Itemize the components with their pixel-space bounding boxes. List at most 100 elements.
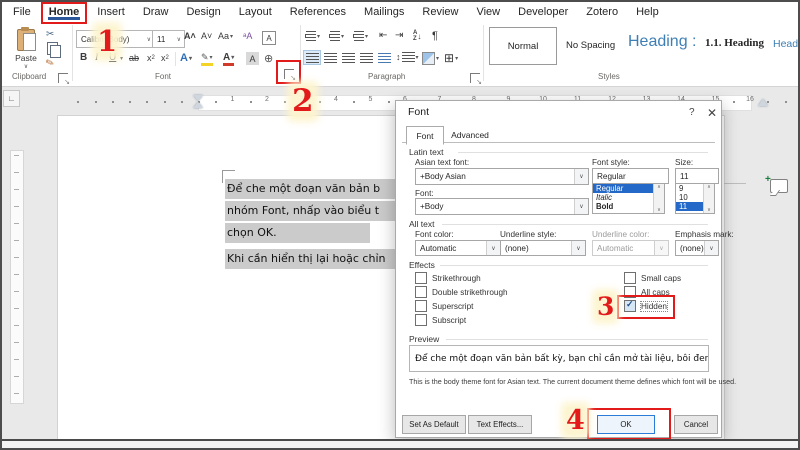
close-icon[interactable]: ✕ [707, 106, 717, 120]
menu-item-developer[interactable]: Developer [509, 2, 577, 21]
decrease-indent-button[interactable]: ⇤ [379, 30, 387, 41]
asian-font-combo[interactable]: +Body Asian∨ [415, 168, 589, 185]
doc-text-line[interactable]: Để che một đoạn văn bản b [225, 179, 407, 199]
bullets-button[interactable]: ▾ [306, 31, 320, 41]
scrollbar[interactable]: ∧∨ [703, 184, 714, 213]
checkbox[interactable] [415, 300, 427, 312]
list-item[interactable]: 10 [676, 193, 703, 202]
clipboard-dialog-launcher-icon[interactable] [58, 73, 68, 83]
annotation-number-4: 4 [566, 407, 585, 434]
change-case-button[interactable]: Aa▾ [218, 31, 233, 41]
menu-item-help[interactable]: Help [627, 2, 668, 21]
align-center-button[interactable] [322, 51, 338, 64]
style-heading-numbered[interactable]: 1.1. Heading [705, 37, 764, 49]
menu-item-review[interactable]: Review [413, 2, 467, 21]
multilevel-list-button[interactable]: ▾ [354, 31, 368, 41]
show-formatting-marks-button[interactable]: ¶ [432, 30, 438, 42]
align-right-button[interactable] [340, 51, 356, 64]
checkbox[interactable] [415, 314, 427, 326]
underline-style-combo[interactable]: (none)∨ [500, 240, 586, 256]
doc-text-line[interactable]: nhóm Font, nhấp vào biểu t [225, 201, 407, 221]
right-indent-marker[interactable] [758, 99, 768, 106]
size-list: 9 10 11 ∧∨ [675, 183, 715, 214]
superscript-button[interactable]: x2 [161, 53, 169, 63]
highlight-button[interactable]: ✎▾ [201, 52, 213, 66]
shading-button[interactable]: ▾ [422, 52, 439, 65]
copy-button[interactable] [47, 42, 58, 55]
line-spacing-button[interactable]: ↕▾ [396, 52, 419, 62]
underline-options[interactable]: ▾ [119, 55, 123, 62]
justify-button[interactable] [358, 51, 374, 64]
tab-font[interactable]: Font [406, 126, 444, 145]
align-left-icon [306, 53, 319, 63]
font-style-field[interactable]: Regular [592, 168, 669, 184]
list-item[interactable]: Italic [593, 193, 653, 202]
borders-button[interactable]: ⊞▾ [444, 51, 458, 65]
style-heading[interactable]: Heading : [628, 33, 697, 51]
grow-font-button[interactable]: A˄ [184, 31, 196, 41]
emphasis-mark-combo[interactable]: (none)∨ [675, 240, 719, 256]
style-heading-cut[interactable]: Head [773, 38, 798, 50]
hanging-indent-marker[interactable] [193, 102, 203, 108]
menu-item-mailings[interactable]: Mailings [355, 2, 413, 21]
sort-button[interactable]: AZ ↓ [413, 30, 421, 42]
word-window: File Home Insert Draw Design Layout Refe… [0, 0, 800, 450]
menu-item-design[interactable]: Design [177, 2, 229, 21]
character-shading-button[interactable]: A [246, 52, 259, 65]
list-item[interactable]: 11 [676, 202, 703, 211]
shrink-font-button[interactable]: A˅ [201, 31, 212, 41]
scrollbar[interactable]: ∧∨ [653, 184, 664, 213]
list-item[interactable]: 9 [676, 184, 703, 193]
list-item[interactable]: Regular [593, 184, 653, 193]
text-effects-dialog-button[interactable]: Text Effects... [468, 415, 532, 434]
set-as-default-button[interactable]: Set As Default [402, 415, 466, 434]
enclose-characters-button[interactable]: ⊕ [264, 52, 273, 65]
subscript-button[interactable]: x2 [147, 53, 155, 63]
menu-item-insert[interactable]: Insert [88, 2, 134, 21]
cut-button[interactable]: ✂ [46, 29, 54, 40]
menu-item-home[interactable]: Home [40, 2, 89, 21]
numbering-button[interactable]: ▾ [330, 31, 344, 41]
first-line-indent-marker[interactable] [193, 95, 203, 101]
list-item[interactable]: Bold [593, 202, 653, 211]
strikethrough-button[interactable]: ab [129, 53, 139, 63]
checkbox[interactable] [415, 272, 427, 284]
menu-item-zotero[interactable]: Zotero [577, 2, 627, 21]
menu-item-layout[interactable]: Layout [230, 2, 281, 21]
font-size-combo[interactable]: 11∨ [152, 30, 185, 48]
sort-arrow-icon: ↓ [417, 32, 421, 41]
home-active-underline [48, 17, 81, 20]
increase-indent-button[interactable]: ⇥ [395, 30, 403, 41]
font-combo[interactable]: +Body∨ [415, 198, 589, 215]
paste-button[interactable]: Paste ∨ [8, 27, 44, 71]
tab-advanced[interactable]: Advanced [444, 128, 496, 142]
font-color-combo[interactable]: Automatic∨ [415, 240, 501, 256]
tab-selector[interactable]: ∟ [3, 90, 20, 107]
paragraph-dialog-launcher-icon[interactable] [470, 73, 480, 83]
menu-item-view[interactable]: View [467, 2, 509, 21]
highlight-icon: ✎ [201, 52, 209, 63]
format-painter-button[interactable]: ✎ [44, 57, 56, 70]
menu-item-draw[interactable]: Draw [134, 2, 178, 21]
size-field[interactable]: 11 [675, 168, 719, 184]
style-no-spacing[interactable]: No Spacing [566, 40, 615, 51]
bold-icon: B [80, 52, 87, 63]
menu-item-file[interactable]: File [4, 2, 40, 21]
doc-text-line[interactable]: chọn OK. [225, 223, 370, 243]
phonetic-guide-button[interactable]: ᵃA [243, 31, 252, 41]
character-border-button[interactable]: A [262, 31, 276, 45]
text-effects-button[interactable]: A▾ [180, 52, 192, 64]
checkbox[interactable] [624, 272, 636, 284]
checkbox[interactable] [415, 286, 427, 298]
align-left-button[interactable] [304, 51, 320, 64]
help-icon[interactable]: ? [689, 107, 695, 118]
style-normal[interactable]: Normal [489, 27, 557, 65]
comment-icon[interactable]: + [770, 179, 788, 193]
font-color-button[interactable]: A▾ [223, 52, 234, 66]
format-painter-icon: ✎ [44, 57, 56, 70]
distributed-button[interactable] [376, 51, 392, 64]
cancel-button[interactable]: Cancel [674, 415, 718, 434]
doc-text-line[interactable]: Khi cần hiển thị lại hoặc chỉn [225, 249, 407, 269]
bold-button[interactable]: B [80, 52, 87, 63]
menu-item-references[interactable]: References [281, 2, 355, 21]
